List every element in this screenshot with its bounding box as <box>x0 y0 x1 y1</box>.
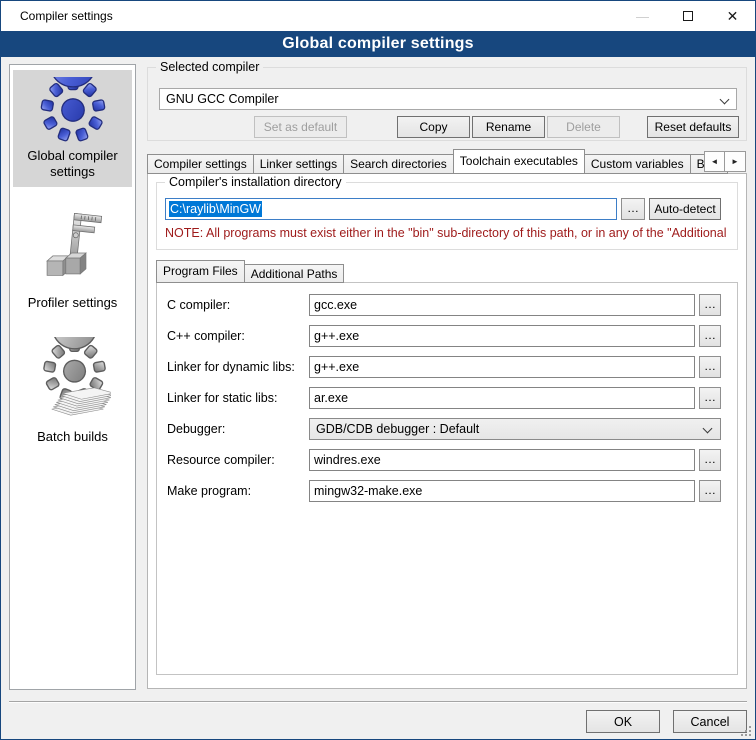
installation-directory-value: C:\raylib\MinGW <box>169 201 262 217</box>
form-row-resource-compiler: Resource compiler: … <box>167 449 721 471</box>
page-title: Global compiler settings <box>1 31 755 57</box>
auto-detect-button[interactable]: Auto-detect <box>649 198 721 220</box>
settings-tab-strip: Compiler settings Linker settings Search… <box>147 148 747 174</box>
sidebar-item-label: Profiler settings <box>15 295 130 311</box>
installation-directory-browse-button[interactable]: … <box>621 198 645 220</box>
footer-divider <box>9 701 747 703</box>
program-files-tab-strip: Program Files Additional Paths <box>156 259 738 283</box>
tab-custom-variables[interactable]: Custom variables <box>585 154 690 174</box>
make-program-input[interactable] <box>309 480 695 502</box>
sidebar-item-global-compiler-settings[interactable]: Global compiler settings <box>13 70 132 187</box>
copy-button[interactable]: Copy <box>397 116 470 138</box>
arrow-right-icon: ► <box>731 157 739 166</box>
ellipsis-icon: … <box>704 297 716 311</box>
minimize-icon: — <box>636 9 649 24</box>
form-row-c-compiler: C compiler: … <box>167 294 721 316</box>
static-linker-browse-button[interactable]: … <box>699 387 721 409</box>
arrow-left-icon: ◄ <box>711 157 719 166</box>
resource-compiler-browse-button[interactable]: … <box>699 449 721 471</box>
make-program-label: Make program: <box>167 484 309 498</box>
cpp-compiler-browse-button[interactable]: … <box>699 325 721 347</box>
tab-scroll-buttons: ◄ ► <box>704 151 746 172</box>
form-row-make-program: Make program: … <box>167 480 721 502</box>
ellipsis-icon: … <box>704 390 716 404</box>
debugger-label: Debugger: <box>167 422 309 436</box>
tab-program-files[interactable]: Program Files <box>156 260 245 283</box>
maximize-icon <box>683 11 693 21</box>
delete-button: Delete <box>547 116 620 138</box>
chevron-down-icon <box>720 95 730 105</box>
close-icon: ✕ <box>727 8 739 25</box>
caption-buttons: — ✕ <box>620 1 755 31</box>
debugger-select[interactable]: GDB/CDB debugger : Default <box>309 418 721 440</box>
reset-defaults-button[interactable]: Reset defaults <box>647 116 739 138</box>
rename-button[interactable]: Rename <box>472 116 545 138</box>
tab-toolchain-executables[interactable]: Toolchain executables <box>453 149 585 174</box>
tab-compiler-settings[interactable]: Compiler settings <box>147 154 253 174</box>
tab-scroll-left-button[interactable]: ◄ <box>704 151 725 172</box>
selected-compiler-group-title: Selected compiler <box>156 60 263 74</box>
sidebar-item-label: Global compiler settings <box>15 148 130 179</box>
installation-note: NOTE: All programs must exist either in … <box>165 226 735 240</box>
sidebar-item-label: Batch builds <box>15 429 130 445</box>
installation-directory-input[interactable]: C:\raylib\MinGW <box>165 198 617 220</box>
blue-gear-icon <box>15 76 130 144</box>
ellipsis-icon: … <box>704 452 716 466</box>
tab-linker-settings[interactable]: Linker settings <box>253 154 343 174</box>
program-files-panel: C compiler: … C++ compiler: … Linker for… <box>156 282 738 675</box>
resize-grip-icon[interactable] <box>739 724 752 737</box>
form-row-cpp-compiler: C++ compiler: … <box>167 325 721 347</box>
c-compiler-label: C compiler: <box>167 298 309 312</box>
resource-compiler-input[interactable] <box>309 449 695 471</box>
ellipsis-icon: … <box>704 483 716 497</box>
dynamic-linker-browse-button[interactable]: … <box>699 356 721 378</box>
settings-category-sidebar: Global compiler settings <box>9 64 136 690</box>
resource-compiler-label: Resource compiler: <box>167 453 309 467</box>
static-linker-label: Linker for static libs: <box>167 391 309 405</box>
ellipsis-icon: … <box>627 201 639 215</box>
tab-scroll-right-button[interactable]: ► <box>725 151 746 172</box>
window-title: Compiler settings <box>1 9 113 23</box>
cpp-compiler-label: C++ compiler: <box>167 329 309 343</box>
cpp-compiler-input[interactable] <box>309 325 695 347</box>
compiler-settings-dialog: Compiler settings — ✕ Global compiler se… <box>0 0 756 740</box>
installation-directory-group-title: Compiler's installation directory <box>165 175 346 189</box>
dynamic-linker-label: Linker for dynamic libs: <box>167 360 309 374</box>
c-compiler-browse-button[interactable]: … <box>699 294 721 316</box>
close-button[interactable]: ✕ <box>710 1 755 31</box>
toolchain-executables-panel: Compiler's installation directory C:\ray… <box>147 173 747 689</box>
cancel-button[interactable]: Cancel <box>673 710 747 733</box>
selected-compiler-group: Selected compiler GNU GCC Compiler Set a… <box>147 67 747 141</box>
make-program-browse-button[interactable]: … <box>699 480 721 502</box>
dynamic-linker-input[interactable] <box>309 356 695 378</box>
sidebar-item-profiler-settings[interactable]: Profiler settings <box>13 199 132 319</box>
gear-stack-icon <box>15 337 130 425</box>
ok-button[interactable]: OK <box>586 710 660 733</box>
form-row-dynamic-linker: Linker for dynamic libs: … <box>167 356 721 378</box>
caliper-icon <box>15 205 130 291</box>
installation-directory-group: Compiler's installation directory C:\ray… <box>156 182 738 250</box>
static-linker-input[interactable] <box>309 387 695 409</box>
c-compiler-input[interactable] <box>309 294 695 316</box>
debugger-select-value: GDB/CDB debugger : Default <box>316 422 479 436</box>
maximize-button[interactable] <box>665 1 710 31</box>
compiler-select-value: GNU GCC Compiler <box>166 92 279 106</box>
compiler-select[interactable]: GNU GCC Compiler <box>159 88 737 110</box>
ellipsis-icon: … <box>704 328 716 342</box>
tab-additional-paths[interactable]: Additional Paths <box>245 264 345 283</box>
form-row-debugger: Debugger: GDB/CDB debugger : Default <box>167 418 721 440</box>
title-bar[interactable]: Compiler settings — ✕ <box>1 1 755 31</box>
set-as-default-button: Set as default <box>254 116 347 138</box>
ellipsis-icon: … <box>704 359 716 373</box>
form-row-static-linker: Linker for static libs: … <box>167 387 721 409</box>
tab-search-directories[interactable]: Search directories <box>343 154 453 174</box>
chevron-down-icon <box>703 424 713 434</box>
minimize-button: — <box>620 1 665 31</box>
sidebar-item-batch-builds[interactable]: Batch builds <box>13 331 132 453</box>
